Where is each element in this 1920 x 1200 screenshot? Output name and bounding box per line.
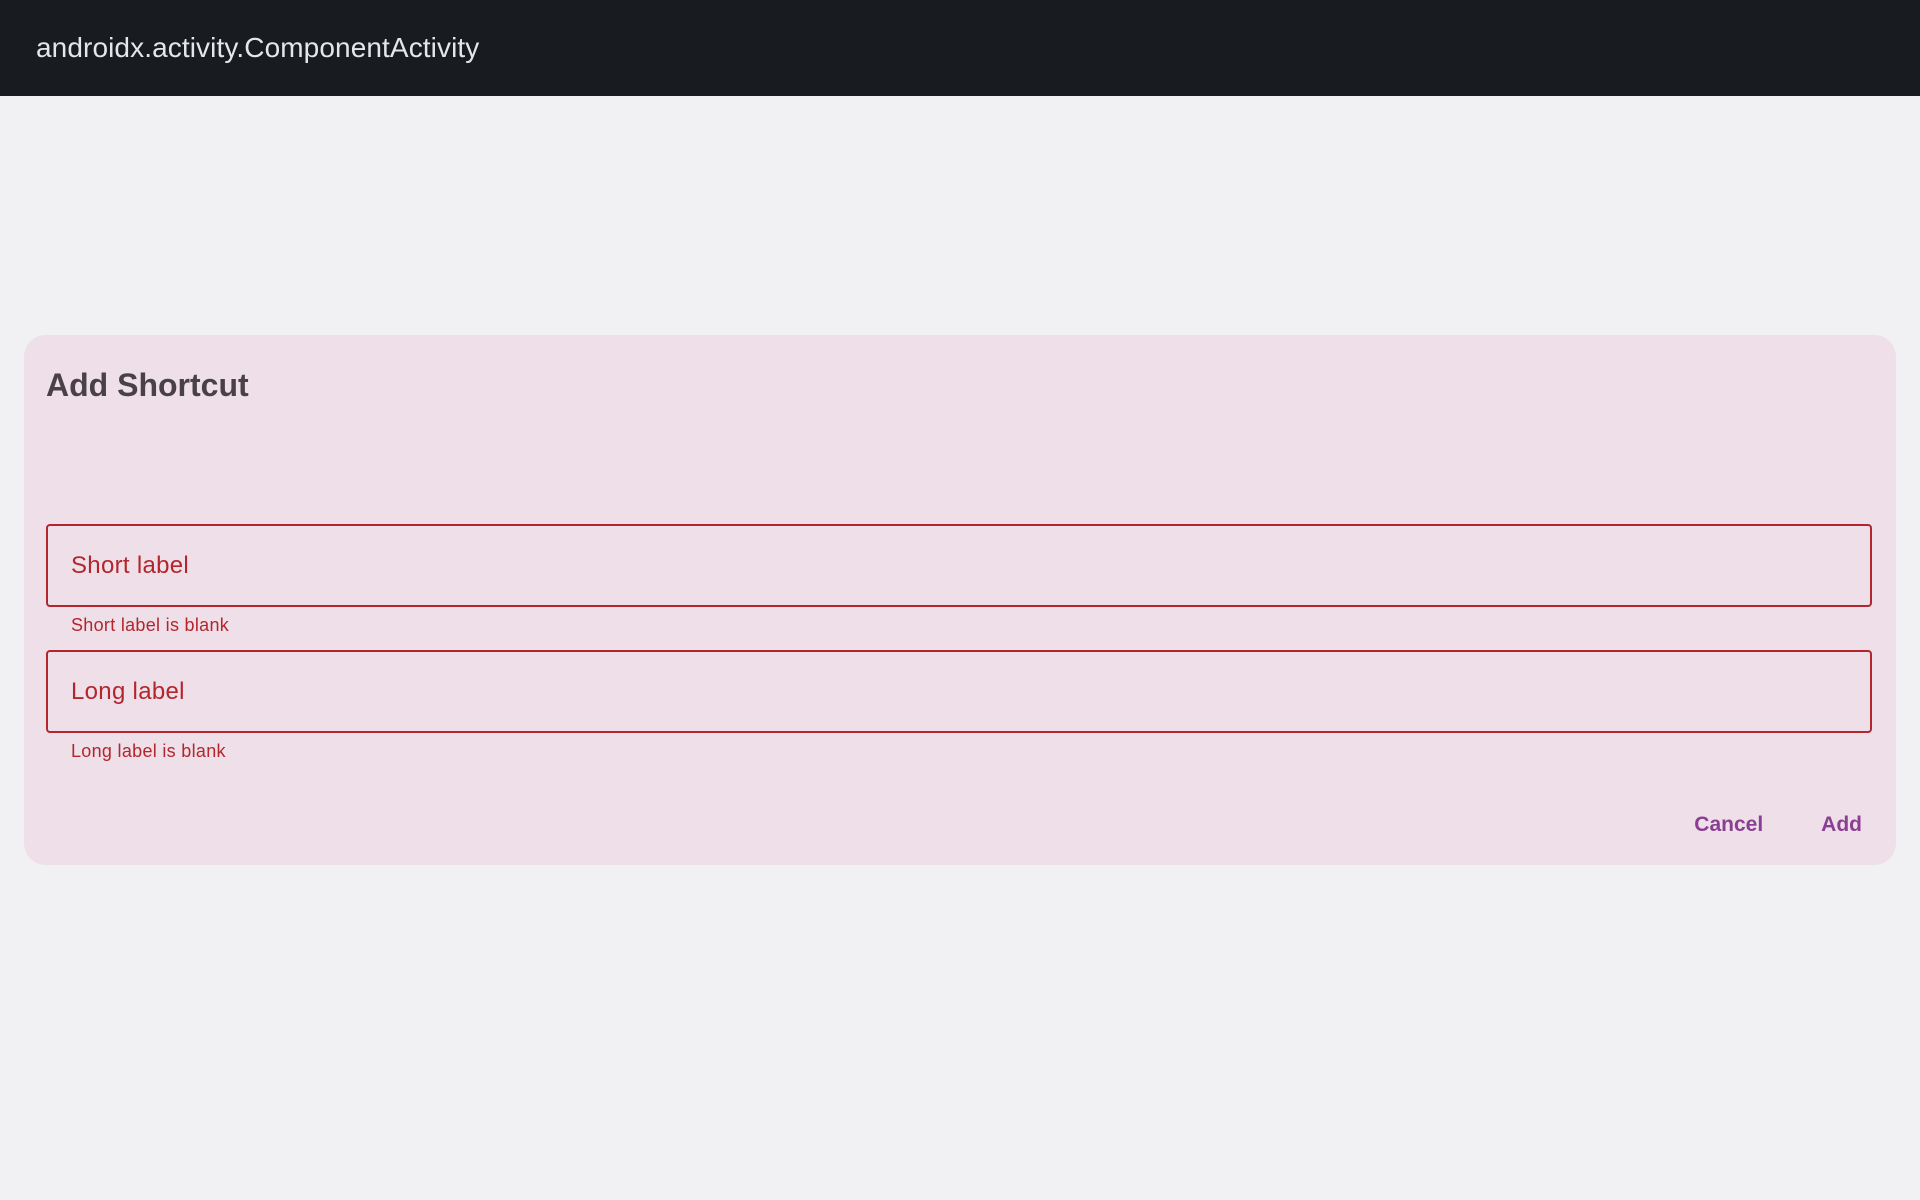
app-title-bar: androidx.activity.ComponentActivity xyxy=(0,0,1920,96)
long-label-field[interactable]: Long label xyxy=(46,650,1872,733)
dialog-title: Add Shortcut xyxy=(46,367,249,403)
cancel-button[interactable]: Cancel xyxy=(1684,803,1773,847)
dialog-actions: Cancel Add xyxy=(1646,803,1872,847)
long-label-field-label: Long label xyxy=(71,677,185,705)
long-label-error-text: Long label is blank xyxy=(71,741,226,761)
short-label-field-label: Short label xyxy=(71,551,190,579)
window-title: androidx.activity.ComponentActivity xyxy=(36,32,480,63)
short-label-error-text: Short label is blank xyxy=(71,615,230,635)
add-button[interactable]: Add xyxy=(1811,803,1872,847)
short-label-field[interactable]: Short label xyxy=(46,524,1872,607)
add-shortcut-dialog: Add Shortcut Short label Short label is … xyxy=(24,335,1896,865)
